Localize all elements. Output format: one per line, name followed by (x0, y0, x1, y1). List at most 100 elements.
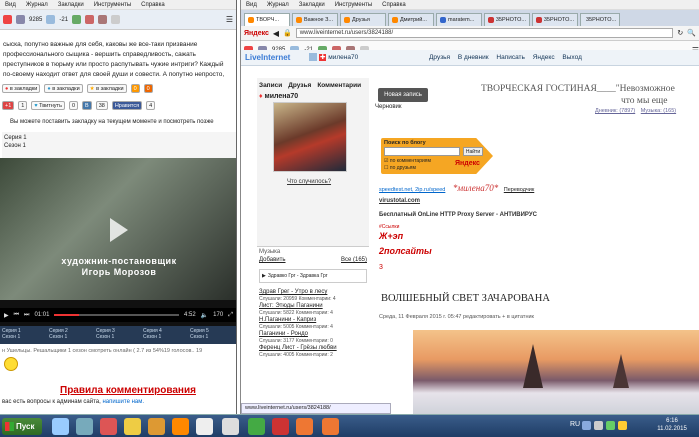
sidebar-link-posts[interactable]: Записи (259, 82, 282, 89)
video-play-icon[interactable]: ▶ (4, 312, 9, 319)
security-icon[interactable] (606, 421, 615, 430)
episode-tile-4[interactable]: Серия 4 Сезон 1 (141, 326, 190, 344)
desktop-icon[interactable] (76, 418, 93, 435)
avatar[interactable] (273, 102, 347, 172)
music-count-link[interactable]: Музыка: (165) (641, 108, 676, 114)
nav-diary[interactable]: В дневник (458, 54, 489, 61)
menu-bookmarks[interactable]: Закладки (58, 0, 84, 9)
language-indicator[interactable]: RU (570, 421, 580, 428)
translator-link[interactable]: Переводчик (504, 187, 534, 193)
menu-bookmarks[interactable]: Закладки (299, 0, 325, 9)
liveinternet-logo[interactable]: LiveInternet (245, 53, 290, 62)
video-player[interactable]: художник-постановщик Игорь Морозов ▶ ⏮ ⏭… (0, 158, 236, 344)
weather-icon[interactable] (46, 15, 56, 24)
back-icon[interactable]: ◀ (273, 29, 279, 38)
nav-friends[interactable]: Друзья (429, 54, 450, 61)
search-opt-friends[interactable]: ☐ по друзьям (384, 165, 416, 171)
music-add-link[interactable]: Добавить (259, 257, 286, 263)
music-player[interactable]: ▶ Здравко Грг - Здравка Грг (259, 269, 367, 283)
url-input[interactable]: www.liveinternet.ru/users/3824188/ (295, 28, 674, 38)
zhep-link[interactable]: Ж+эп (379, 231, 403, 241)
rules-title[interactable]: Правила комментирования (60, 385, 196, 396)
tab-8[interactable]: 35PHOTO... (580, 13, 620, 26)
menu-help[interactable]: Справка (382, 0, 406, 9)
new-post-button[interactable]: Новая запись (378, 88, 428, 102)
mail-icon[interactable] (16, 15, 25, 24)
menu-view[interactable]: Вид (5, 0, 16, 9)
episode-tile-2[interactable]: Серия 2 Сезон 1 (47, 326, 96, 344)
addon-icon[interactable] (85, 15, 95, 24)
what-happened-link[interactable]: Что случилось? (287, 179, 331, 185)
drafts-link[interactable]: Черновик (375, 104, 402, 110)
music-all-link[interactable]: Все (165) (341, 257, 367, 263)
bookmark-button-1[interactable]: ● в закладки (2, 84, 41, 93)
fullscreen-icon[interactable]: ⤢ (228, 312, 233, 319)
like-button[interactable]: Нравится (111, 101, 143, 110)
skype-icon[interactable] (272, 418, 289, 435)
menu-help[interactable]: Справка (141, 0, 165, 9)
tab-4[interactable]: Дмитрий... (388, 13, 434, 26)
contact-link[interactable]: напишите нам. (102, 399, 144, 405)
sidebar-link-friends[interactable]: Друзья (288, 82, 311, 89)
episode-tile-5[interactable]: Серия 5 Сезон 1 (188, 326, 236, 344)
tool-icon[interactable] (222, 418, 239, 435)
tab-6[interactable]: 35PHOTO... (484, 13, 530, 26)
nav-write[interactable]: Написать (496, 54, 525, 61)
yandex-logo[interactable]: Яндекс (244, 30, 269, 37)
episode-tile-1[interactable]: Серия 1 Сезон 1 (0, 326, 49, 344)
track-item[interactable]: Н.Паганини - Каприз Слушали: 5005 Коммент… (259, 317, 367, 331)
diary-count-link[interactable]: Дневник: (7897) (595, 108, 635, 114)
app-icon[interactable] (196, 418, 213, 435)
player-play-icon[interactable]: ▶ (262, 273, 266, 279)
menu-icon[interactable]: ☰ (226, 15, 233, 24)
speedtest-link[interactable]: speedtest.net, 2ip.ru/speed (379, 187, 445, 193)
download-icon[interactable] (111, 15, 121, 24)
user-link[interactable]: ✚ милена70 (319, 53, 358, 61)
tab-5[interactable]: maratem... (436, 13, 482, 26)
video-prev-icon[interactable]: ⏮ (14, 312, 19, 319)
blog-search-input[interactable] (384, 147, 460, 156)
virustotal-link[interactable]: virustotal.com (379, 198, 420, 204)
photo-icon[interactable] (148, 418, 165, 435)
reload-icon[interactable]: ↻ (677, 29, 683, 37)
tray-app-icon[interactable] (618, 421, 627, 430)
vlc-icon[interactable] (172, 418, 189, 435)
menu-view[interactable]: Вид (246, 0, 257, 9)
volume-icon[interactable] (594, 421, 603, 430)
yandex-icon[interactable] (3, 15, 12, 24)
nav-exit[interactable]: Выход (562, 54, 581, 61)
track-item[interactable]: Лист: Этюды Паганини Слушали: 5822 Коммен… (259, 303, 367, 317)
tab-3[interactable]: Друзья (340, 13, 386, 26)
bookmark-button-3[interactable]: ★ в закладки (86, 84, 127, 93)
vk-button[interactable]: В (82, 101, 92, 110)
share-count-1[interactable]: 0 (130, 84, 140, 93)
menu-history[interactable]: Журнал (26, 0, 48, 9)
search-opt-comments[interactable]: ☑ по комментариям (384, 158, 431, 164)
start-button[interactable]: Пуск (2, 418, 42, 435)
post-image[interactable] (413, 330, 699, 414)
sidebar-username[interactable]: ♦ милена70 (257, 93, 369, 100)
torrent-icon[interactable] (248, 418, 265, 435)
track-item[interactable]: Паганини - Рондо Слушали: 3177 Комментари… (259, 331, 367, 345)
nav-yandex[interactable]: Яндекс (533, 54, 555, 61)
network-icon[interactable] (582, 421, 591, 430)
explorer-icon[interactable] (52, 418, 69, 435)
tab-7[interactable]: 35PHOTO... (532, 13, 578, 26)
play-icon[interactable] (110, 218, 128, 242)
post-title[interactable]: ВОЛШЕБНЫЙ СВЕТ ЗАЧАРОВАНА (381, 293, 550, 304)
video-progress[interactable] (54, 314, 179, 316)
star-icon[interactable] (72, 15, 82, 24)
gplus-button[interactable]: +1 (2, 101, 15, 110)
menu-history[interactable]: Журнал (267, 0, 289, 9)
episode-tile-3[interactable]: Серия 3 Сезон 1 (94, 326, 143, 344)
share-count-2[interactable]: 0 (143, 84, 153, 93)
video-next-icon[interactable]: ⏭ (24, 312, 29, 319)
search-submit-button[interactable]: Найти (463, 147, 483, 156)
three-link[interactable]: 3 (379, 264, 383, 271)
tab-2[interactable]: Важное З... (292, 13, 338, 26)
home-icon[interactable] (98, 15, 108, 24)
search-icon[interactable]: 🔍 (687, 29, 696, 37)
track-item[interactable]: Ференц Лист - Грёзы любви Слушали: 4005 К… (259, 345, 367, 359)
sidebar-link-comments[interactable]: Комментарии (317, 82, 361, 89)
tab-1[interactable]: ТВОРЧ... (244, 13, 290, 26)
